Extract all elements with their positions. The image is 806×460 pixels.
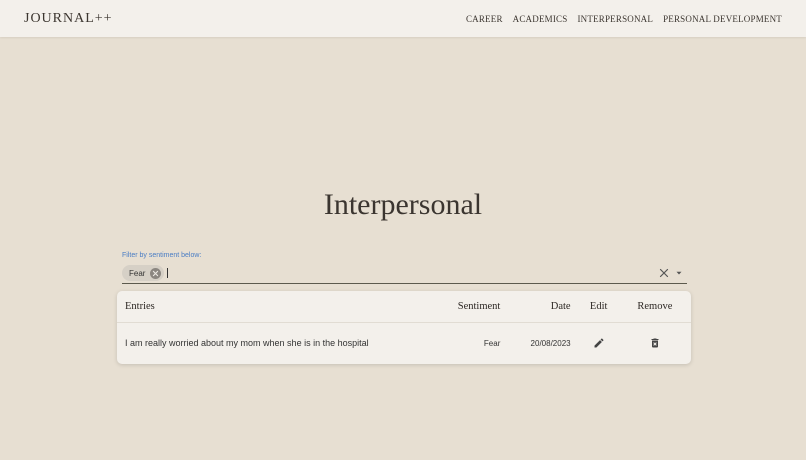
top-navbar: JOURNAL++ CAREER ACADEMICS INTERPERSONAL…: [0, 0, 806, 37]
trash-icon[interactable]: [649, 337, 661, 349]
pencil-icon[interactable]: [593, 337, 605, 349]
header-remove: Remove: [637, 300, 673, 312]
entry-sentiment: Fear: [483, 338, 501, 348]
sentiment-filter-input[interactable]: Fear: [122, 263, 687, 284]
nav-link-interpersonal[interactable]: INTERPERSONAL: [577, 14, 653, 24]
entry-date: 20/08/2023: [530, 338, 571, 348]
header-sentiment: Sentiment: [457, 300, 501, 312]
entries-table-card: Entries Sentiment Date Edit Remove I am …: [117, 291, 691, 364]
page-title: Interpersonal: [323, 188, 483, 221]
nav-link-academics[interactable]: ACADEMICS: [513, 14, 568, 24]
table-header-row: Entries Sentiment Date Edit Remove: [117, 291, 691, 322]
remove-cell: [619, 322, 691, 364]
entries-table: Entries Sentiment Date Edit Remove I am …: [117, 291, 691, 364]
chip-label: Fear: [129, 268, 146, 278]
text-caret: [167, 268, 169, 278]
arrow-drop-down-icon[interactable]: [674, 268, 684, 278]
close-icon[interactable]: [659, 268, 669, 278]
brand-logo[interactable]: JOURNAL++: [24, 11, 113, 27]
nav-link-career[interactable]: CAREER: [466, 14, 503, 24]
table-row: I am really worried about my mom when sh…: [117, 322, 691, 364]
header-edit: Edit: [589, 300, 608, 312]
header-date: Date: [550, 300, 571, 312]
edit-cell: [579, 322, 619, 364]
sentiment-filter: Filter by sentiment below: Fear: [122, 252, 687, 284]
sentiment-chip-fear[interactable]: Fear: [122, 265, 165, 281]
header-entries: Entries: [125, 300, 155, 312]
filter-label: Filter by sentiment below:: [122, 252, 202, 259]
nav-link-personal-development[interactable]: PERSONAL DEVELOPMENT: [663, 14, 782, 24]
cancel-circle-icon[interactable]: [150, 267, 162, 279]
nav-links: CAREER ACADEMICS INTERPERSONAL PERSONAL …: [466, 14, 782, 24]
filter-actions: [659, 268, 687, 278]
entry-text: I am really worried about my mom when sh…: [125, 338, 369, 349]
